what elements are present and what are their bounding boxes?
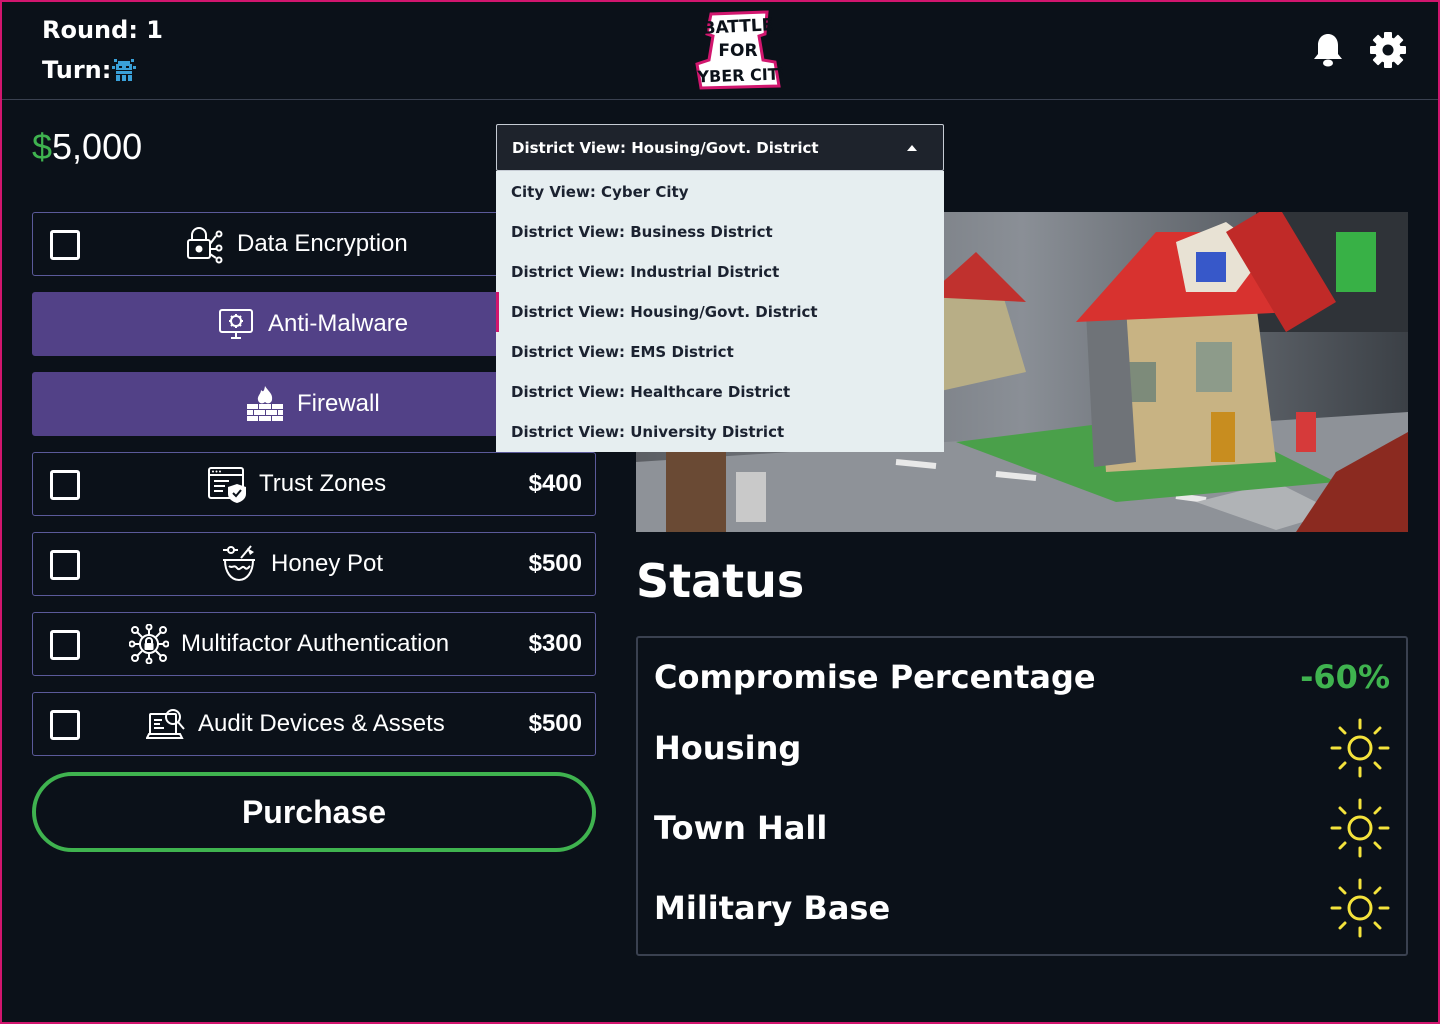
status-label: Town Hall [654,809,828,847]
item-label: Trust Zones [259,470,387,497]
compromise-row: Compromise Percentage -60% [654,652,1390,702]
compromise-label: Compromise Percentage [654,658,1096,696]
status-label: Housing [654,729,802,767]
money-amount: 5,000 [52,126,143,167]
bell-icon[interactable] [1312,32,1344,68]
network-lock-icon [129,624,169,664]
battle-for-cyber-city-logo: BATTLE FOR CYBER CITY [693,10,783,90]
currency-symbol: $ [32,126,53,167]
item-price: $500 [528,710,582,737]
monitor-virus-icon [219,309,253,339]
status-label: Military Base [654,889,891,927]
checkbox[interactable] [50,230,80,260]
status-row-military-base: Military Base [654,878,1390,938]
item-audit-devices-assets[interactable]: Audit Devices & Assets $500 [32,692,596,756]
svg-text:BATTLE: BATTLE [702,15,774,39]
sun-icon [1330,798,1390,858]
turn-label: Turn: [42,56,112,84]
dropdown-option-university-district[interactable]: District View: University District [496,412,944,452]
item-honey-pot[interactable]: Honey Pot $500 [32,532,596,596]
dropdown-option-business-district[interactable]: District View: Business District [496,212,944,252]
gear-icon[interactable] [1370,32,1406,68]
dropdown-option-ems-district[interactable]: District View: EMS District [496,332,944,372]
status-panel: Compromise Percentage -60% Housing Town … [636,636,1408,956]
top-bar: Round: 1 Turn: BATTLE FOR CYBER CITY [0,0,1440,100]
item-label: Anti-Malware [268,310,409,337]
laptop-search-icon [146,709,185,739]
checkbox[interactable] [50,470,80,500]
sun-icon [1330,878,1390,938]
lock-network-icon [187,227,223,264]
item-price: $300 [528,630,582,657]
checkbox[interactable] [50,630,80,660]
item-label: Data Encryption [237,230,408,257]
item-trust-zones[interactable]: Trust Zones $400 [32,452,596,516]
item-label: Multifactor Authentication [181,630,450,657]
dropdown-option-housing-govt-district[interactable]: District View: Housing/Govt. District [496,292,944,332]
caret-up-icon[interactable] [907,145,917,151]
round-label: Round: 1 [42,16,163,44]
compromise-value: -60% [1300,658,1390,696]
pixel-robot-icon [112,59,136,81]
sun-icon [1330,718,1390,778]
item-multifactor-authentication[interactable]: Multifactor Authentication $300 [32,612,596,676]
item-price: $500 [528,550,582,577]
status-row-town-hall: Town Hall [654,798,1390,858]
item-label: Audit Devices & Assets [198,710,445,737]
item-label: Honey Pot [271,550,384,577]
district-view-dropdown[interactable]: District View: Housing/Govt. District Ci… [496,124,944,452]
svg-text:CYBER CITY: CYBER CITY [693,64,783,87]
money-balance: $5,000 [32,126,142,168]
honey-pot-icon [223,545,255,582]
window-shield-icon [208,467,246,503]
item-label: Firewall [297,390,380,417]
dropdown-option-healthcare-district[interactable]: District View: Healthcare District [496,372,944,412]
status-row-housing: Housing [654,718,1390,778]
district-view-select[interactable]: District View: Housing/Govt. District [496,124,944,171]
svg-text:FOR: FOR [718,41,757,61]
checkbox[interactable] [50,710,80,740]
dropdown-selected-value: District View: Housing/Govt. District [512,138,819,157]
purchase-button[interactable]: Purchase [32,772,596,852]
brick-wall-fire-icon [247,386,283,421]
item-price: $400 [528,470,582,497]
status-title: Status [636,554,805,608]
dropdown-option-industrial-district[interactable]: District View: Industrial District [496,252,944,292]
dropdown-options-list: City View: Cyber City District View: Bus… [496,171,944,452]
checkbox[interactable] [50,550,80,580]
dropdown-option-city-cyber-city[interactable]: City View: Cyber City [496,172,944,212]
